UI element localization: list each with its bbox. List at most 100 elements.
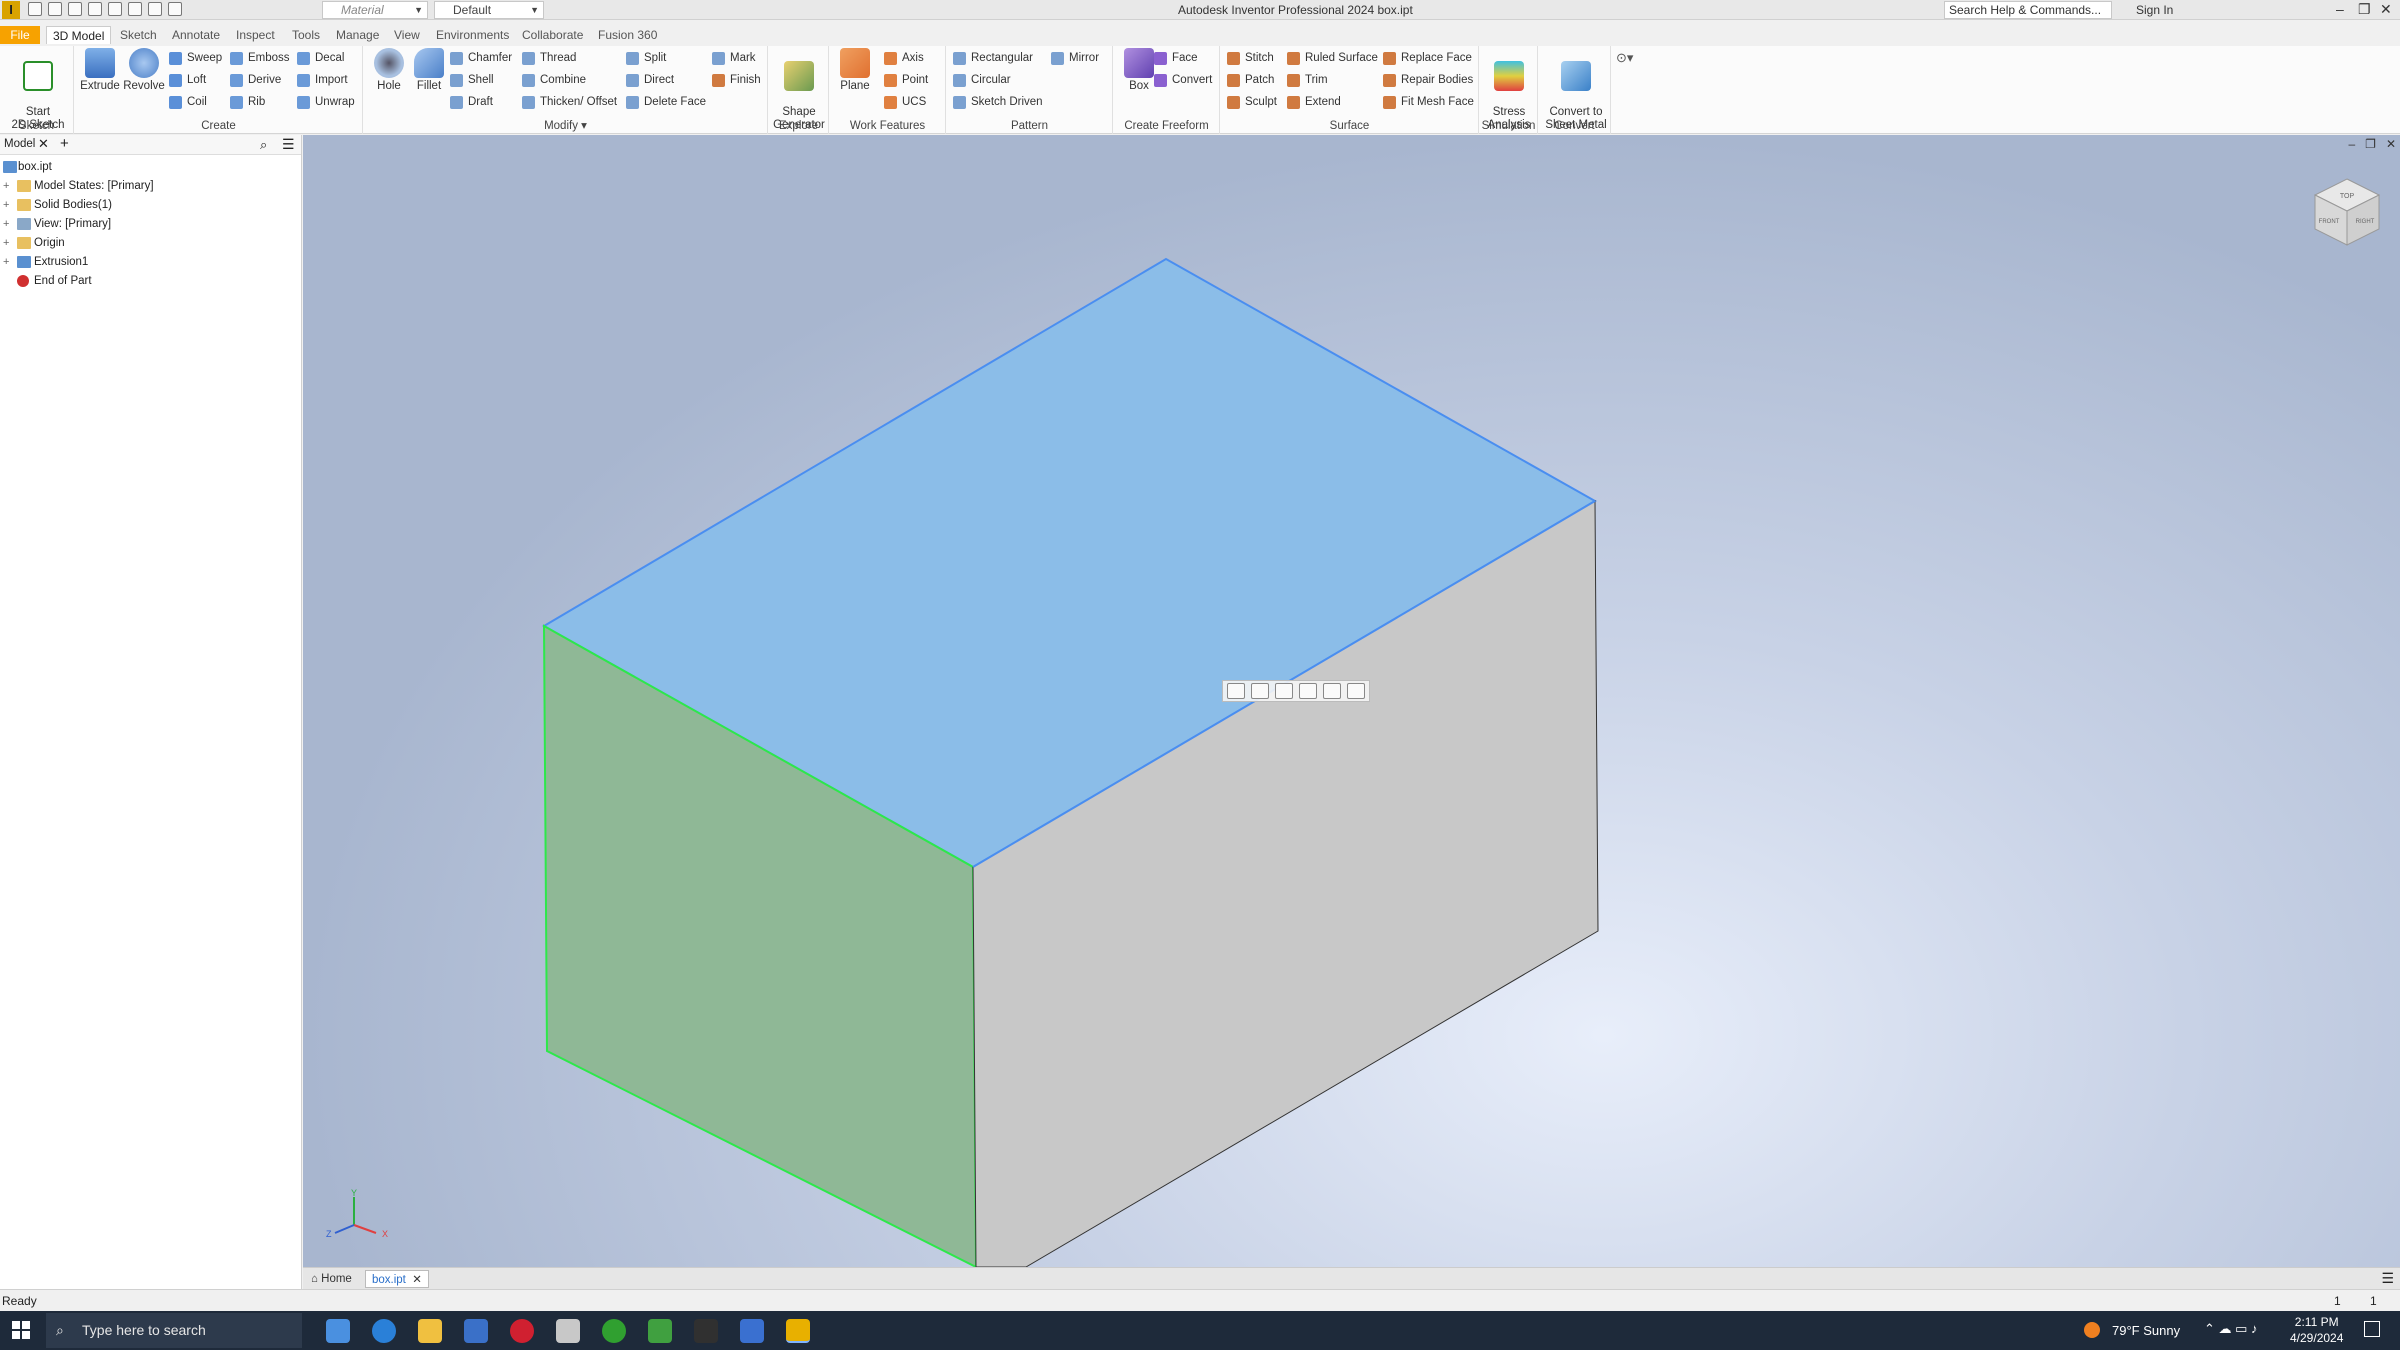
appearance-combo[interactable]: Default ▼ bbox=[434, 1, 544, 19]
patch-button[interactable]: Patch bbox=[1227, 70, 1274, 90]
file-explorer-icon[interactable] bbox=[418, 1319, 442, 1343]
browser-tab-model[interactable]: Model bbox=[4, 138, 35, 150]
redo-icon[interactable] bbox=[108, 2, 122, 16]
select-icon[interactable] bbox=[148, 2, 162, 16]
menu-icon[interactable]: ☰ bbox=[282, 136, 295, 153]
search-icon[interactable]: ⌕ bbox=[260, 137, 267, 153]
system-tray-icons[interactable]: ⌃ ☁ ▭ ♪ bbox=[2204, 1321, 2258, 1337]
fit-mesh-face-button[interactable]: Fit Mesh Face bbox=[1383, 92, 1474, 112]
save-icon[interactable] bbox=[68, 2, 82, 16]
split-button[interactable]: Split bbox=[626, 48, 666, 68]
loft-button[interactable]: Loft bbox=[169, 70, 206, 90]
modify-group-label[interactable]: Modify ▾ bbox=[364, 118, 767, 132]
taskbar-search-input[interactable]: ⌕ Type here to search bbox=[46, 1313, 302, 1348]
close-icon[interactable]: ✕ bbox=[409, 1274, 422, 1286]
notifications-icon[interactable] bbox=[2364, 1321, 2380, 1337]
home-icon[interactable] bbox=[128, 2, 142, 16]
box-ipt-tab[interactable]: box.ipt ✕ bbox=[365, 1270, 429, 1288]
viewcube-right-label[interactable]: RIGHT bbox=[2356, 219, 2375, 225]
expand-icon[interactable]: + bbox=[3, 215, 9, 233]
unwrap-button[interactable]: Unwrap bbox=[297, 92, 355, 112]
circular-pattern-button[interactable]: Circular bbox=[953, 70, 1011, 90]
edge-icon[interactable] bbox=[372, 1319, 396, 1343]
emboss-button[interactable]: Emboss bbox=[230, 48, 290, 68]
direct-button[interactable]: Direct bbox=[626, 70, 674, 90]
viewcube-front-label[interactable]: FRONT bbox=[2319, 219, 2340, 225]
finish-button[interactable]: Finish bbox=[712, 70, 761, 90]
draft-button[interactable]: Draft bbox=[450, 92, 493, 112]
store-icon[interactable] bbox=[464, 1319, 488, 1343]
extend-button[interactable]: Extend bbox=[1287, 92, 1341, 112]
tab-fusion-360[interactable]: Fusion 360 bbox=[592, 26, 663, 44]
home-tab[interactable]: ⌂ Home bbox=[305, 1270, 358, 1288]
opera-icon[interactable] bbox=[510, 1319, 534, 1343]
close-button[interactable]: ✕ bbox=[2380, 1, 2392, 18]
update-icon[interactable] bbox=[168, 2, 182, 16]
thread-button[interactable]: Thread bbox=[522, 48, 576, 68]
plane-button[interactable]: Plane bbox=[832, 48, 878, 93]
inventor-taskbar-icon[interactable] bbox=[786, 1319, 810, 1343]
new-file-icon[interactable] bbox=[28, 2, 42, 16]
repair-bodies-button[interactable]: Repair Bodies bbox=[1383, 70, 1473, 90]
derive-button[interactable]: Derive bbox=[230, 70, 281, 90]
shell-button[interactable]: Shell bbox=[450, 70, 494, 90]
import-button[interactable]: Import bbox=[297, 70, 348, 90]
tab-manage[interactable]: Manage bbox=[330, 26, 385, 44]
tab-inspect[interactable]: Inspect bbox=[230, 26, 281, 44]
undo-icon[interactable] bbox=[88, 2, 102, 16]
tab-view[interactable]: View bbox=[388, 26, 426, 44]
xbox-icon[interactable] bbox=[602, 1319, 626, 1343]
point-button[interactable]: Point bbox=[884, 70, 928, 90]
minimize-button[interactable]: – bbox=[2336, 1, 2344, 17]
taskbar-clock[interactable]: 2:11 PM 4/29/2024 bbox=[2290, 1314, 2343, 1346]
freeform-face-button[interactable]: Face bbox=[1154, 48, 1198, 68]
search-help-input[interactable]: Search Help & Commands... bbox=[1944, 1, 2112, 19]
delete-face-button[interactable]: Delete Face bbox=[626, 92, 706, 112]
tabs-menu-icon[interactable]: ☰ bbox=[2381, 1270, 2394, 1287]
tab-file[interactable]: File bbox=[0, 26, 40, 44]
thicken-offset-button[interactable]: Thicken/ Offset bbox=[522, 92, 617, 112]
expand-icon[interactable]: + bbox=[3, 196, 9, 214]
minecraft-icon[interactable] bbox=[648, 1319, 672, 1343]
sculpt-button[interactable]: Sculpt bbox=[1227, 92, 1277, 112]
task-view-icon[interactable] bbox=[326, 1319, 350, 1343]
axis-button[interactable]: Axis bbox=[884, 48, 924, 68]
expand-icon[interactable]: + bbox=[3, 234, 9, 252]
rib-button[interactable]: Rib bbox=[230, 92, 265, 112]
windows-start-icon[interactable] bbox=[12, 1321, 30, 1339]
add-browser-icon[interactable]: + bbox=[60, 135, 69, 152]
sketch-driven-pattern-button[interactable]: Sketch Driven bbox=[953, 92, 1043, 112]
coil-button[interactable]: Coil bbox=[169, 92, 207, 112]
sign-in-link[interactable]: Sign In bbox=[2136, 3, 2173, 17]
fillet-button[interactable]: Fillet bbox=[406, 48, 452, 93]
chamfer-button[interactable]: Chamfer bbox=[450, 48, 512, 68]
expand-icon[interactable]: + bbox=[3, 253, 9, 271]
tab-sketch[interactable]: Sketch bbox=[114, 26, 163, 44]
create-3d-sketch-icon[interactable] bbox=[1299, 683, 1317, 699]
extrude-button[interactable]: Extrude bbox=[77, 48, 123, 93]
appearance-icon[interactable] bbox=[1347, 683, 1365, 699]
mark-button[interactable]: Mark bbox=[712, 48, 756, 68]
open-file-icon[interactable] bbox=[48, 2, 62, 16]
tab-environments[interactable]: Environments bbox=[430, 26, 515, 44]
viewcube-top-label[interactable]: TOP bbox=[2340, 193, 2355, 200]
material-combo[interactable]: Material ▼ bbox=[322, 1, 428, 19]
app-icon[interactable] bbox=[694, 1319, 718, 1343]
edit-feature-icon[interactable] bbox=[1251, 683, 1269, 699]
trim-button[interactable]: Trim bbox=[1287, 70, 1328, 90]
create-sketch-icon[interactable] bbox=[1275, 683, 1293, 699]
freeform-convert-button[interactable]: Convert bbox=[1154, 70, 1212, 90]
inventor-logo-icon[interactable]: I bbox=[2, 1, 20, 19]
add-sketch-icon[interactable] bbox=[1323, 683, 1341, 699]
tab-collaborate[interactable]: Collaborate bbox=[516, 26, 589, 44]
viewcube[interactable]: TOP FRONT RIGHT bbox=[2307, 173, 2387, 253]
security-icon[interactable] bbox=[740, 1319, 764, 1343]
rectangular-pattern-button[interactable]: Rectangular bbox=[953, 48, 1033, 68]
replace-face-button[interactable]: Replace Face bbox=[1383, 48, 1472, 68]
decal-button[interactable]: Decal bbox=[297, 48, 344, 68]
tab-3d-model[interactable]: 3D Model bbox=[46, 26, 112, 44]
app-icon[interactable] bbox=[556, 1319, 580, 1343]
expand-icon[interactable]: + bbox=[3, 177, 9, 195]
tab-tools[interactable]: Tools bbox=[286, 26, 326, 44]
revolve-button[interactable]: Revolve bbox=[121, 48, 167, 93]
